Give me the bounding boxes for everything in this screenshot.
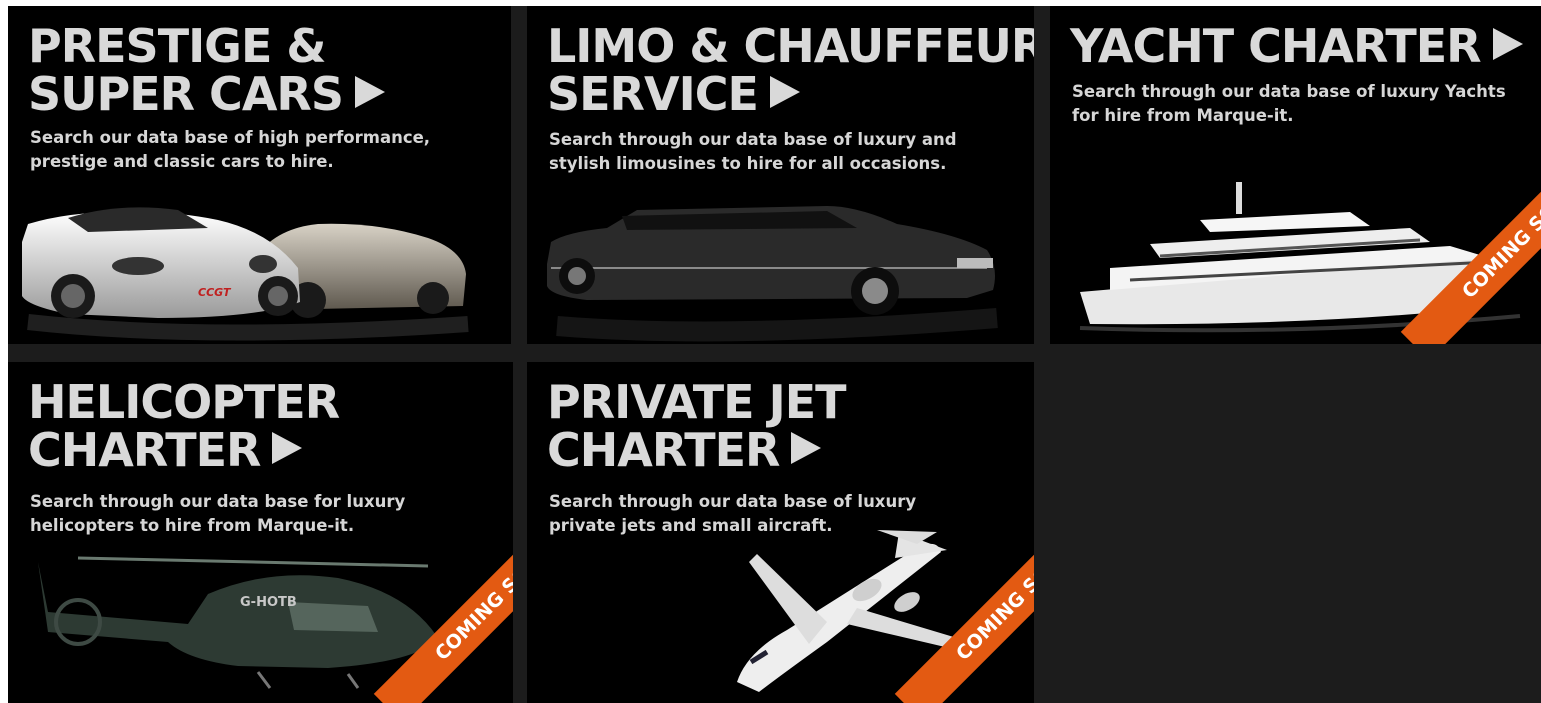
tile-description: Search through our data base of luxury p… xyxy=(549,490,916,538)
tile-private-jet-charter[interactable]: PRIVATE JET CHARTER Search through our d… xyxy=(527,362,1034,703)
tile-description: Search through our data base for luxury … xyxy=(30,490,405,538)
tile-prestige-super-cars[interactable]: CCGT PRESTIGE & SUPER CARS Search our da… xyxy=(8,6,511,344)
description-line: stylish limousines to hire for all occas… xyxy=(549,154,947,173)
play-arrow-icon xyxy=(791,432,822,464)
title-line: PRESTIGE & xyxy=(28,19,326,73)
title-line: SUPER CARS xyxy=(28,67,344,121)
description-line: for hire from Marque-it. xyxy=(1072,106,1294,125)
description-line: Search through our data base for luxury xyxy=(30,492,406,511)
description-line: Search through our data base of luxury a… xyxy=(549,130,957,149)
play-arrow-icon xyxy=(354,76,385,108)
empty-grid-slot xyxy=(1034,362,1541,703)
tile-title: HELICOPTER CHARTER xyxy=(28,375,340,477)
description-line: Search through our data base of luxury Y… xyxy=(1072,82,1506,101)
tile-title: YACHT CHARTER xyxy=(1070,22,1523,70)
tile-helicopter-charter[interactable]: G-HOTB HELICOPTER CHARTER Search through… xyxy=(8,362,513,703)
description-line: prestige and classic cars to hire. xyxy=(30,152,334,171)
tile-description: Search through our data base of luxury Y… xyxy=(1072,80,1506,128)
car-badge-text: CCGT xyxy=(198,286,232,299)
play-arrow-icon xyxy=(1492,28,1523,60)
title-line: SERVICE xyxy=(547,67,759,121)
tile-yacht-charter[interactable]: YACHT CHARTER Search through our data ba… xyxy=(1050,6,1541,344)
description-line: helicopters to hire from Marque-it. xyxy=(30,516,355,535)
play-arrow-icon xyxy=(272,432,303,464)
registration-text: G-HOTB xyxy=(240,595,297,610)
title-line: PRIVATE JET xyxy=(547,375,846,429)
title-line: CHARTER xyxy=(547,423,780,477)
tile-limo-chauffeur[interactable]: LIMO & CHAUFFEUR SERVICE Search through … xyxy=(527,6,1034,344)
tile-description: Search through our data base of luxury a… xyxy=(549,128,957,176)
title-line: CHARTER xyxy=(28,423,261,477)
description-line: private jets and small aircraft. xyxy=(549,516,833,535)
tile-title: PRESTIGE & SUPER CARS xyxy=(28,22,385,118)
title-line: YACHT CHARTER xyxy=(1070,19,1482,73)
title-line: LIMO & CHAUFFEUR xyxy=(547,19,1034,73)
description-line: Search our data base of high performance… xyxy=(30,128,431,147)
tile-title: PRIVATE JET CHARTER xyxy=(547,378,846,474)
tile-title: LIMO & CHAUFFEUR SERVICE xyxy=(547,22,1034,118)
description-line: Search through our data base of luxury xyxy=(549,492,917,511)
title-line: HELICOPTER xyxy=(28,375,340,429)
play-arrow-icon xyxy=(769,76,800,108)
tile-description: Search our data base of high performance… xyxy=(30,126,430,174)
